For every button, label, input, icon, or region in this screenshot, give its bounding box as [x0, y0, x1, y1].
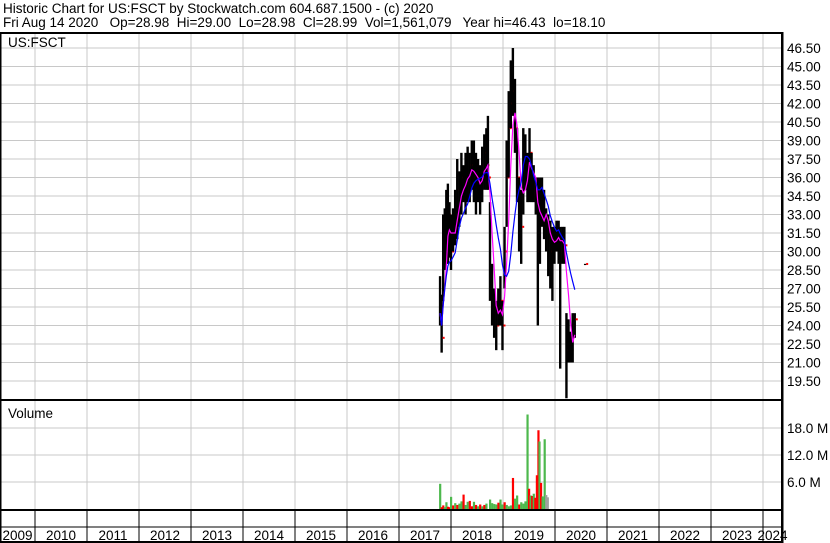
price-tick-label: 45.00	[787, 60, 821, 75]
volume-bar	[513, 498, 517, 509]
volume-bar	[456, 504, 459, 509]
close-marker	[522, 225, 525, 228]
volume-bar	[505, 504, 508, 509]
year-tick-label: 2016	[358, 528, 388, 543]
year-tick-label: 2013	[202, 528, 232, 543]
price-tick-label: 33.00	[787, 208, 821, 223]
year-tick-label: 2015	[306, 528, 336, 543]
volume-bar	[468, 500, 471, 509]
year-tick-label: 2024	[757, 528, 788, 543]
volume-bar	[481, 506, 484, 509]
year-tick-label: 2017	[410, 528, 440, 543]
close-marker	[586, 262, 589, 265]
price-tick-label: 30.00	[787, 245, 821, 260]
year-tick-label: 2011	[98, 528, 127, 543]
year-tick-label: 2019	[514, 528, 544, 543]
axis-labels: 46.50 45.00 43.50 42.00 40.50 39.00 37.50 36.00…	[2, 41, 828, 543]
price-tick-label: 24.00	[787, 319, 821, 334]
volume-bar	[511, 477, 515, 509]
price-tick-label: 25.50	[787, 300, 821, 315]
grid-lines	[0, 33, 782, 509]
volume-bar	[439, 483, 442, 509]
price-tick-label: 43.50	[787, 78, 821, 93]
volume-bars	[439, 414, 549, 509]
year-tick-label: 2014	[254, 528, 285, 543]
volume-bar	[524, 501, 527, 509]
price-tick-label: 22.50	[787, 337, 821, 352]
volume-bar	[495, 504, 498, 509]
volume-bar	[485, 503, 488, 509]
volume-bar	[466, 501, 469, 509]
year-tick-label: 2020	[566, 528, 596, 543]
volume-bar	[470, 506, 473, 509]
year-tick-label: 2012	[150, 528, 180, 543]
volume-tick-label: 12.0 M	[787, 448, 828, 463]
volume-bar	[507, 506, 510, 509]
chart-canvas: 46.50 45.00 43.50 42.00 40.50 39.00 37.50 36.00…	[0, 32, 828, 543]
volume-label: Volume	[8, 406, 53, 421]
price-tick-label: 21.00	[787, 356, 821, 371]
volume-bar	[454, 503, 457, 509]
year-tick-label: 2018	[462, 528, 492, 543]
price-tick-label: 37.50	[787, 152, 821, 167]
year-tick-label: 2009	[2, 528, 32, 543]
volume-bar	[499, 499, 502, 509]
year-tick-label: 2021	[618, 528, 648, 543]
close-marker	[503, 324, 506, 327]
price-tick-label: 36.00	[787, 171, 821, 186]
volume-bar	[501, 504, 504, 509]
volume-bar	[522, 503, 525, 509]
close-marker	[575, 318, 578, 321]
price-tick-label: 28.50	[787, 263, 821, 278]
volume-bar	[541, 496, 544, 509]
price-tick-label: 34.50	[787, 189, 821, 204]
volume-bar	[462, 494, 465, 509]
volume-tick-label: 6.0 M	[787, 475, 821, 490]
volume-bar	[477, 506, 480, 509]
volume-bar	[450, 496, 453, 509]
stock-chart: Historic Chart for US:FSCT by Stockwatch…	[0, 0, 830, 543]
volume-bar	[491, 503, 494, 509]
price-tick-label: 31.50	[787, 226, 821, 241]
price-tick-label: 46.50	[787, 41, 821, 56]
volume-tick-label: 18.0 M	[787, 421, 828, 436]
volume-bar	[460, 501, 463, 509]
outer-border	[0, 32, 784, 543]
price-tick-label: 27.00	[787, 282, 821, 297]
volume-bar	[489, 499, 492, 509]
volume-bar	[497, 502, 500, 509]
price-tick-label: 19.50	[787, 374, 821, 389]
symbol-label: US:FSCT	[8, 35, 66, 50]
year-tick-label: 2022	[670, 528, 700, 543]
volume-bar	[546, 497, 549, 509]
year-tick-label: 2010	[46, 528, 76, 543]
price-tick-label: 42.00	[787, 97, 821, 112]
volume-bar	[458, 503, 461, 509]
volume-bar	[493, 504, 496, 509]
volume-bar	[520, 502, 523, 509]
volume-bar	[518, 504, 521, 509]
volume-bar	[509, 505, 512, 509]
close-marker	[442, 336, 445, 339]
volume-bar	[516, 495, 519, 509]
volume-bar	[474, 504, 478, 509]
volume-bar	[483, 504, 486, 509]
volume-bar	[452, 505, 455, 509]
price-tick-label: 39.00	[787, 134, 821, 149]
volume-bar	[464, 504, 467, 509]
price-tick-label: 40.50	[787, 115, 821, 130]
volume-bar	[472, 501, 476, 509]
volume-bar	[479, 504, 482, 509]
volume-bar	[503, 502, 506, 509]
year-tick-label: 2023	[722, 528, 752, 543]
